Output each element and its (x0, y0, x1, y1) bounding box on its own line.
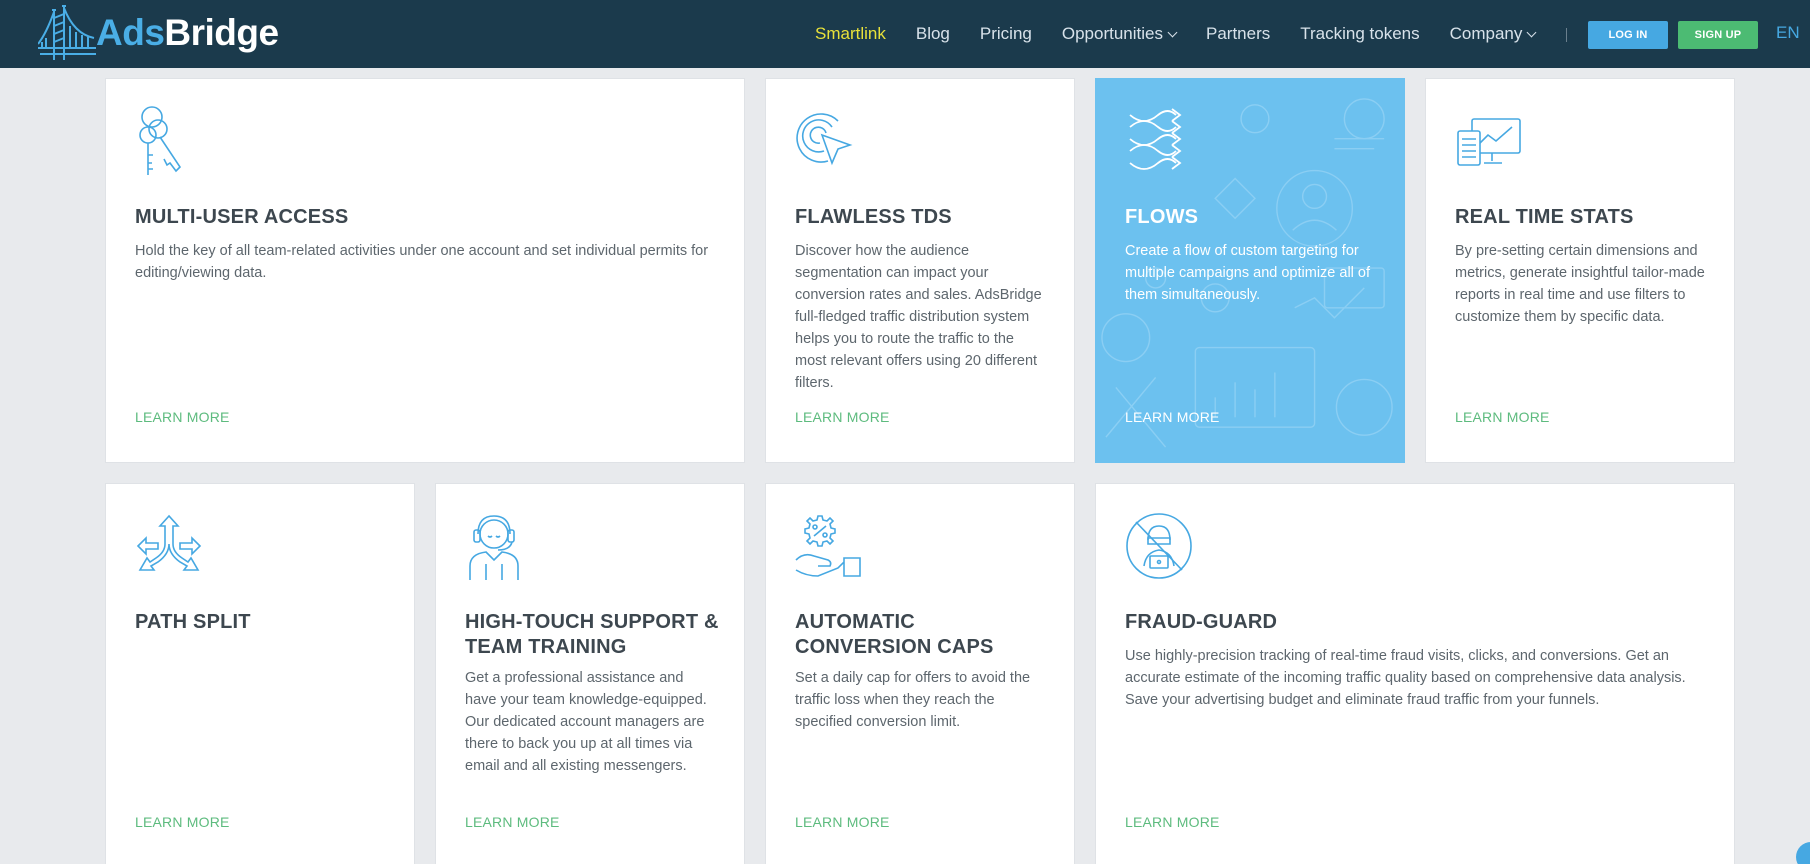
card-description: Set a daily cap for offers to avoid the … (795, 670, 1031, 730)
stats-monitor-icon (1457, 118, 1521, 166)
nav-smartlink[interactable]: Smartlink (815, 24, 886, 44)
bridge-logo-icon (38, 5, 96, 60)
chat-widget-button[interactable] (1796, 842, 1810, 864)
flows-arrows-icon (1129, 108, 1182, 170)
learn-more-link[interactable]: LEARN MORE (795, 409, 890, 425)
nav-company[interactable]: Company (1449, 24, 1537, 44)
nav-label: Opportunities (1061, 24, 1163, 43)
nav-label: Pricing (979, 24, 1032, 43)
path-split-arrows-icon (136, 514, 202, 571)
card-title: FRAUD-GUARD (1125, 611, 1278, 633)
feature-card-support-training: HIGH-TOUCH SUPPORT & TEAM TRAINING Get a… (435, 483, 745, 864)
card-title: REAL TIME STATS (1455, 206, 1634, 228)
card-description: Discover how the audience segmentation c… (795, 243, 1042, 391)
fraud-hacker-icon (1126, 513, 1192, 579)
logo-text-ads: Ads (96, 12, 165, 53)
card-title: AUTOMATIC CONVERSION CAPS (795, 611, 994, 658)
feature-card-flows: FLOWS Create a flow of custom targeting … (1095, 78, 1405, 463)
card-description: Get a professional assistance and have y… (465, 670, 707, 774)
support-agent-headset-icon (469, 515, 519, 580)
feature-card-conversion-caps: AUTOMATIC CONVERSION CAPS Set a daily ca… (765, 483, 1075, 864)
nav-divider (1566, 28, 1567, 42)
nav-opportunities[interactable]: Opportunities (1061, 24, 1178, 44)
nav-label: Partners (1205, 24, 1271, 43)
site-header: AdsBridge Smartlink Blog Pricing Opportu… (0, 0, 1810, 68)
learn-more-link[interactable]: LEARN MORE (135, 814, 230, 830)
learn-more-link[interactable]: LEARN MORE (1455, 409, 1550, 425)
main-nav: Smartlink Blog Pricing Opportunities Par… (815, 0, 1565, 68)
feature-card-fraud-guard: FRAUD-GUARD Use highly-precision trackin… (1095, 483, 1735, 864)
target-cursor-icon (796, 113, 853, 166)
nav-pricing[interactable]: Pricing (980, 24, 1032, 44)
card-title: MULTI-USER ACCESS (135, 206, 349, 228)
nav-tracking-tokens[interactable]: Tracking tokens (1300, 24, 1419, 44)
login-button[interactable]: LOG IN (1588, 21, 1668, 49)
card-title: FLOWS (1125, 206, 1199, 228)
nav-label: Tracking tokens (1300, 24, 1420, 43)
card-description: Create a flow of custom targeting for mu… (1125, 243, 1371, 303)
nav-label: Blog (915, 24, 950, 43)
feature-card-path-split: PATH SPLIT LEARN MORE (105, 483, 415, 864)
nav-label: Company (1449, 24, 1523, 43)
keys-icon (139, 106, 182, 175)
gear-percent-hand-icon (795, 515, 861, 577)
logo-text-bridge: Bridge (164, 12, 279, 53)
feature-card-real-time-stats: REAL TIME STATS By pre-setting certain d… (1425, 78, 1735, 463)
language-selector[interactable]: EN (1776, 23, 1800, 43)
learn-more-link[interactable]: LEARN MORE (1125, 409, 1220, 425)
learn-more-link[interactable]: LEARN MORE (1125, 814, 1220, 830)
card-description: By pre-setting certain dimensions and me… (1455, 243, 1705, 325)
feature-card-flawless-tds: FLAWLESS TDS Discover how the audience s… (765, 78, 1075, 463)
card-title: HIGH-TOUCH SUPPORT & TEAM TRAINING (465, 611, 719, 658)
card-description: Use highly-precision tracking of real-ti… (1125, 648, 1686, 708)
card-description: Hold the key of all team-related activit… (135, 243, 709, 281)
chevron-down-icon (1526, 27, 1537, 37)
chevron-down-icon (1167, 27, 1178, 37)
learn-more-link[interactable]: LEARN MORE (795, 814, 890, 830)
card-title: FLAWLESS TDS (795, 206, 952, 228)
nav-label: Smartlink (815, 24, 886, 43)
learn-more-link[interactable]: LEARN MORE (135, 409, 230, 425)
adsbridge-logo[interactable]: AdsBridge (38, 4, 279, 62)
nav-blog[interactable]: Blog (916, 24, 950, 44)
card-title: PATH SPLIT (135, 611, 251, 633)
learn-more-link[interactable]: LEARN MORE (465, 814, 560, 830)
signup-button[interactable]: SIGN UP (1678, 21, 1758, 49)
feature-card-multi-user-access: MULTI-USER ACCESS Hold the key of all te… (105, 78, 745, 463)
nav-partners[interactable]: Partners (1206, 24, 1270, 44)
